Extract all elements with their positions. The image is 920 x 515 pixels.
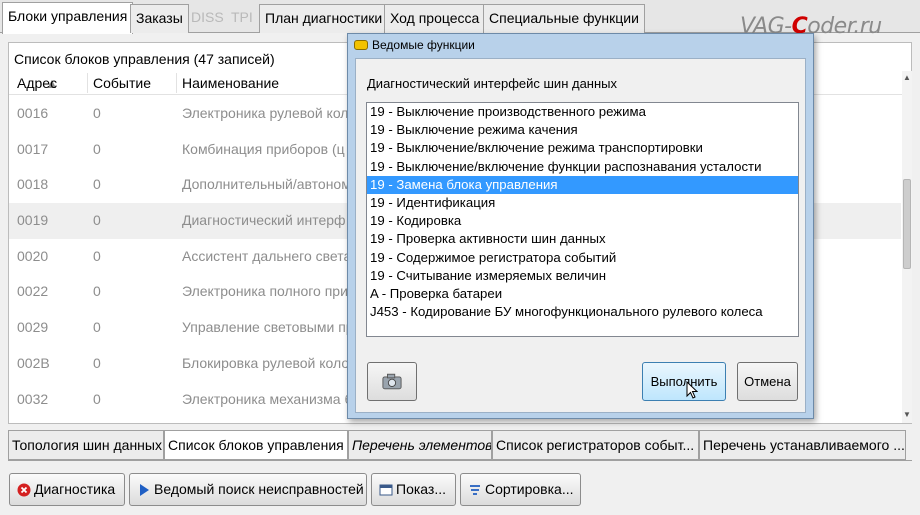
list-item[interactable]: 19 - Выключение/включение режима транспо… <box>367 139 798 157</box>
list-item[interactable]: 19 - Считывание измеряемых величин <box>367 267 798 285</box>
dialog-title: Ведомые функции <box>372 38 475 52</box>
tab-special-functions[interactable]: Специальные функции <box>483 4 645 33</box>
tab-bus-topology[interactable]: Топология шин данных <box>8 430 164 460</box>
tab-event-memory-list[interactable]: Список регистраторов событ... <box>492 430 699 460</box>
mouse-cursor-icon <box>686 381 698 399</box>
show-label: Показ... <box>396 481 446 497</box>
execute-button[interactable]: Выполнить <box>642 362 726 401</box>
guided-search-label: Ведомый поиск неисправностей <box>154 481 364 497</box>
diagnostics-label: Диагностика <box>34 481 116 497</box>
guided-functions-dialog: Ведомые функции Диагностический интерфей… <box>347 33 814 419</box>
list-item[interactable]: 19 - Содержимое регистратора событий <box>367 249 798 267</box>
list-item[interactable]: 19 - Выключение/включение функции распоз… <box>367 158 798 176</box>
tab-element-list[interactable]: Перечень элементов <box>348 430 492 460</box>
list-item[interactable]: J453 - Кодирование БУ многофункционально… <box>367 303 798 321</box>
tab-tpi: TPI <box>231 9 253 25</box>
show-button[interactable]: Показ... <box>371 473 456 506</box>
list-item[interactable]: 19 - Кодировка <box>367 212 798 230</box>
sort-button[interactable]: Сортировка... <box>460 473 581 506</box>
list-scrollbar[interactable]: ▲ ▼ <box>902 71 912 423</box>
scroll-up-icon[interactable]: ▲ <box>903 73 911 82</box>
list-item-selected[interactable]: 19 - Замена блока управления <box>367 175 798 194</box>
window-icon <box>379 484 393 496</box>
tab-process[interactable]: Ход процесса <box>384 4 486 33</box>
list-item[interactable]: 19 - Идентификация <box>367 194 798 212</box>
column-event[interactable]: Событие <box>93 75 151 91</box>
column-address[interactable]: Адрес <box>17 75 57 91</box>
stop-icon <box>17 483 31 497</box>
functions-listbox[interactable]: 19 - Выключение производственного режима… <box>366 102 799 337</box>
list-title: Список блоков управления (47 записей) <box>14 51 275 67</box>
tab-control-units[interactable]: Блоки управления <box>2 2 134 34</box>
dialog-body: Диагностический интерфейс шин данных 19 … <box>355 58 806 413</box>
screenshot-button[interactable] <box>367 362 417 401</box>
list-item[interactable]: A - Проверка батареи <box>367 285 798 303</box>
diagnostics-button[interactable]: Диагностика <box>9 473 125 506</box>
car-icon <box>354 40 368 50</box>
list-item[interactable]: 19 - Выключение режима качения <box>367 121 798 139</box>
list-item[interactable]: 19 - Проверка активности шин данных <box>367 230 798 248</box>
tab-installable-list[interactable]: Перечень устанавливаемого ... <box>699 430 906 460</box>
scroll-down-icon[interactable]: ▼ <box>903 410 911 419</box>
sort-icon <box>470 485 480 495</box>
tab-diagnostic-plan[interactable]: План диагностики <box>259 4 389 33</box>
bottom-tab-bar: Топология шин данных Список блоков управ… <box>8 429 912 461</box>
tab-diss: DISS <box>191 9 224 25</box>
guided-fault-finding-button[interactable]: Ведомый поиск неисправностей <box>129 473 367 506</box>
tab-control-unit-list[interactable]: Список блоков управления <box>164 430 348 460</box>
camera-icon <box>382 373 402 390</box>
play-icon <box>140 484 149 496</box>
dialog-heading: Диагностический интерфейс шин данных <box>367 76 617 91</box>
cancel-button[interactable]: Отмена <box>737 362 798 401</box>
list-item[interactable]: 19 - Выключение производственного режима <box>367 103 798 121</box>
sort-label: Сортировка... <box>485 481 574 497</box>
scrollbar-thumb[interactable] <box>903 179 911 269</box>
tab-orders[interactable]: Заказы <box>130 4 189 33</box>
column-name[interactable]: Наименование <box>182 75 279 91</box>
